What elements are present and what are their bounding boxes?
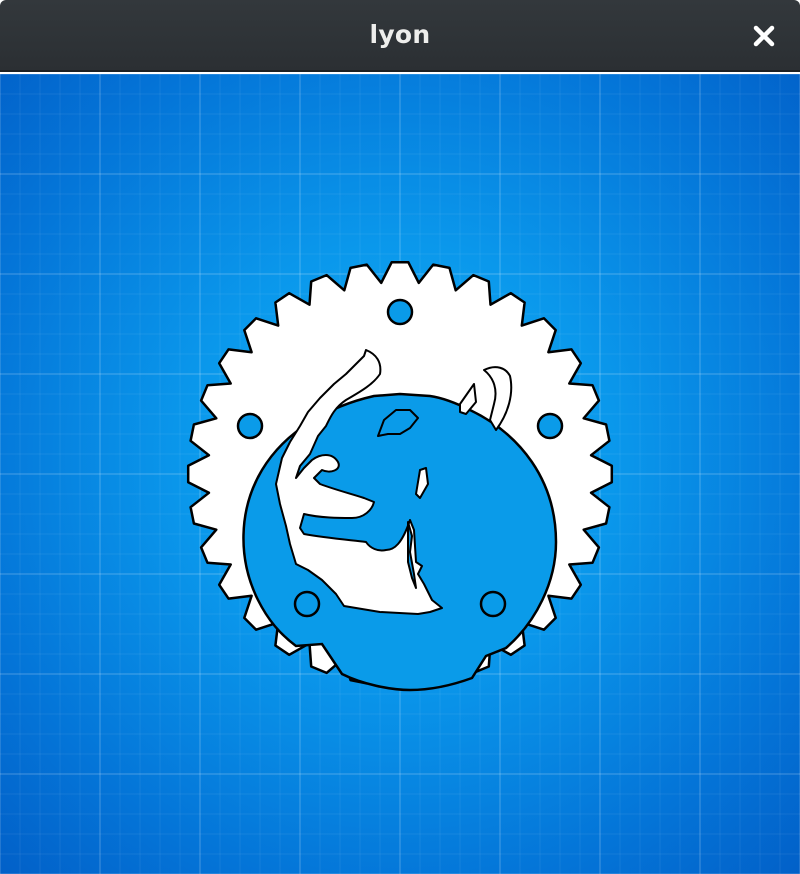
rust-logo-icon <box>186 260 614 692</box>
app-window: lyon <box>0 0 800 874</box>
window-title: lyon <box>369 20 431 49</box>
render-canvas[interactable] <box>0 74 800 874</box>
close-icon <box>753 25 775 47</box>
canvas-svg <box>0 74 800 874</box>
close-button[interactable] <box>746 18 782 54</box>
titlebar[interactable]: lyon <box>0 0 800 72</box>
